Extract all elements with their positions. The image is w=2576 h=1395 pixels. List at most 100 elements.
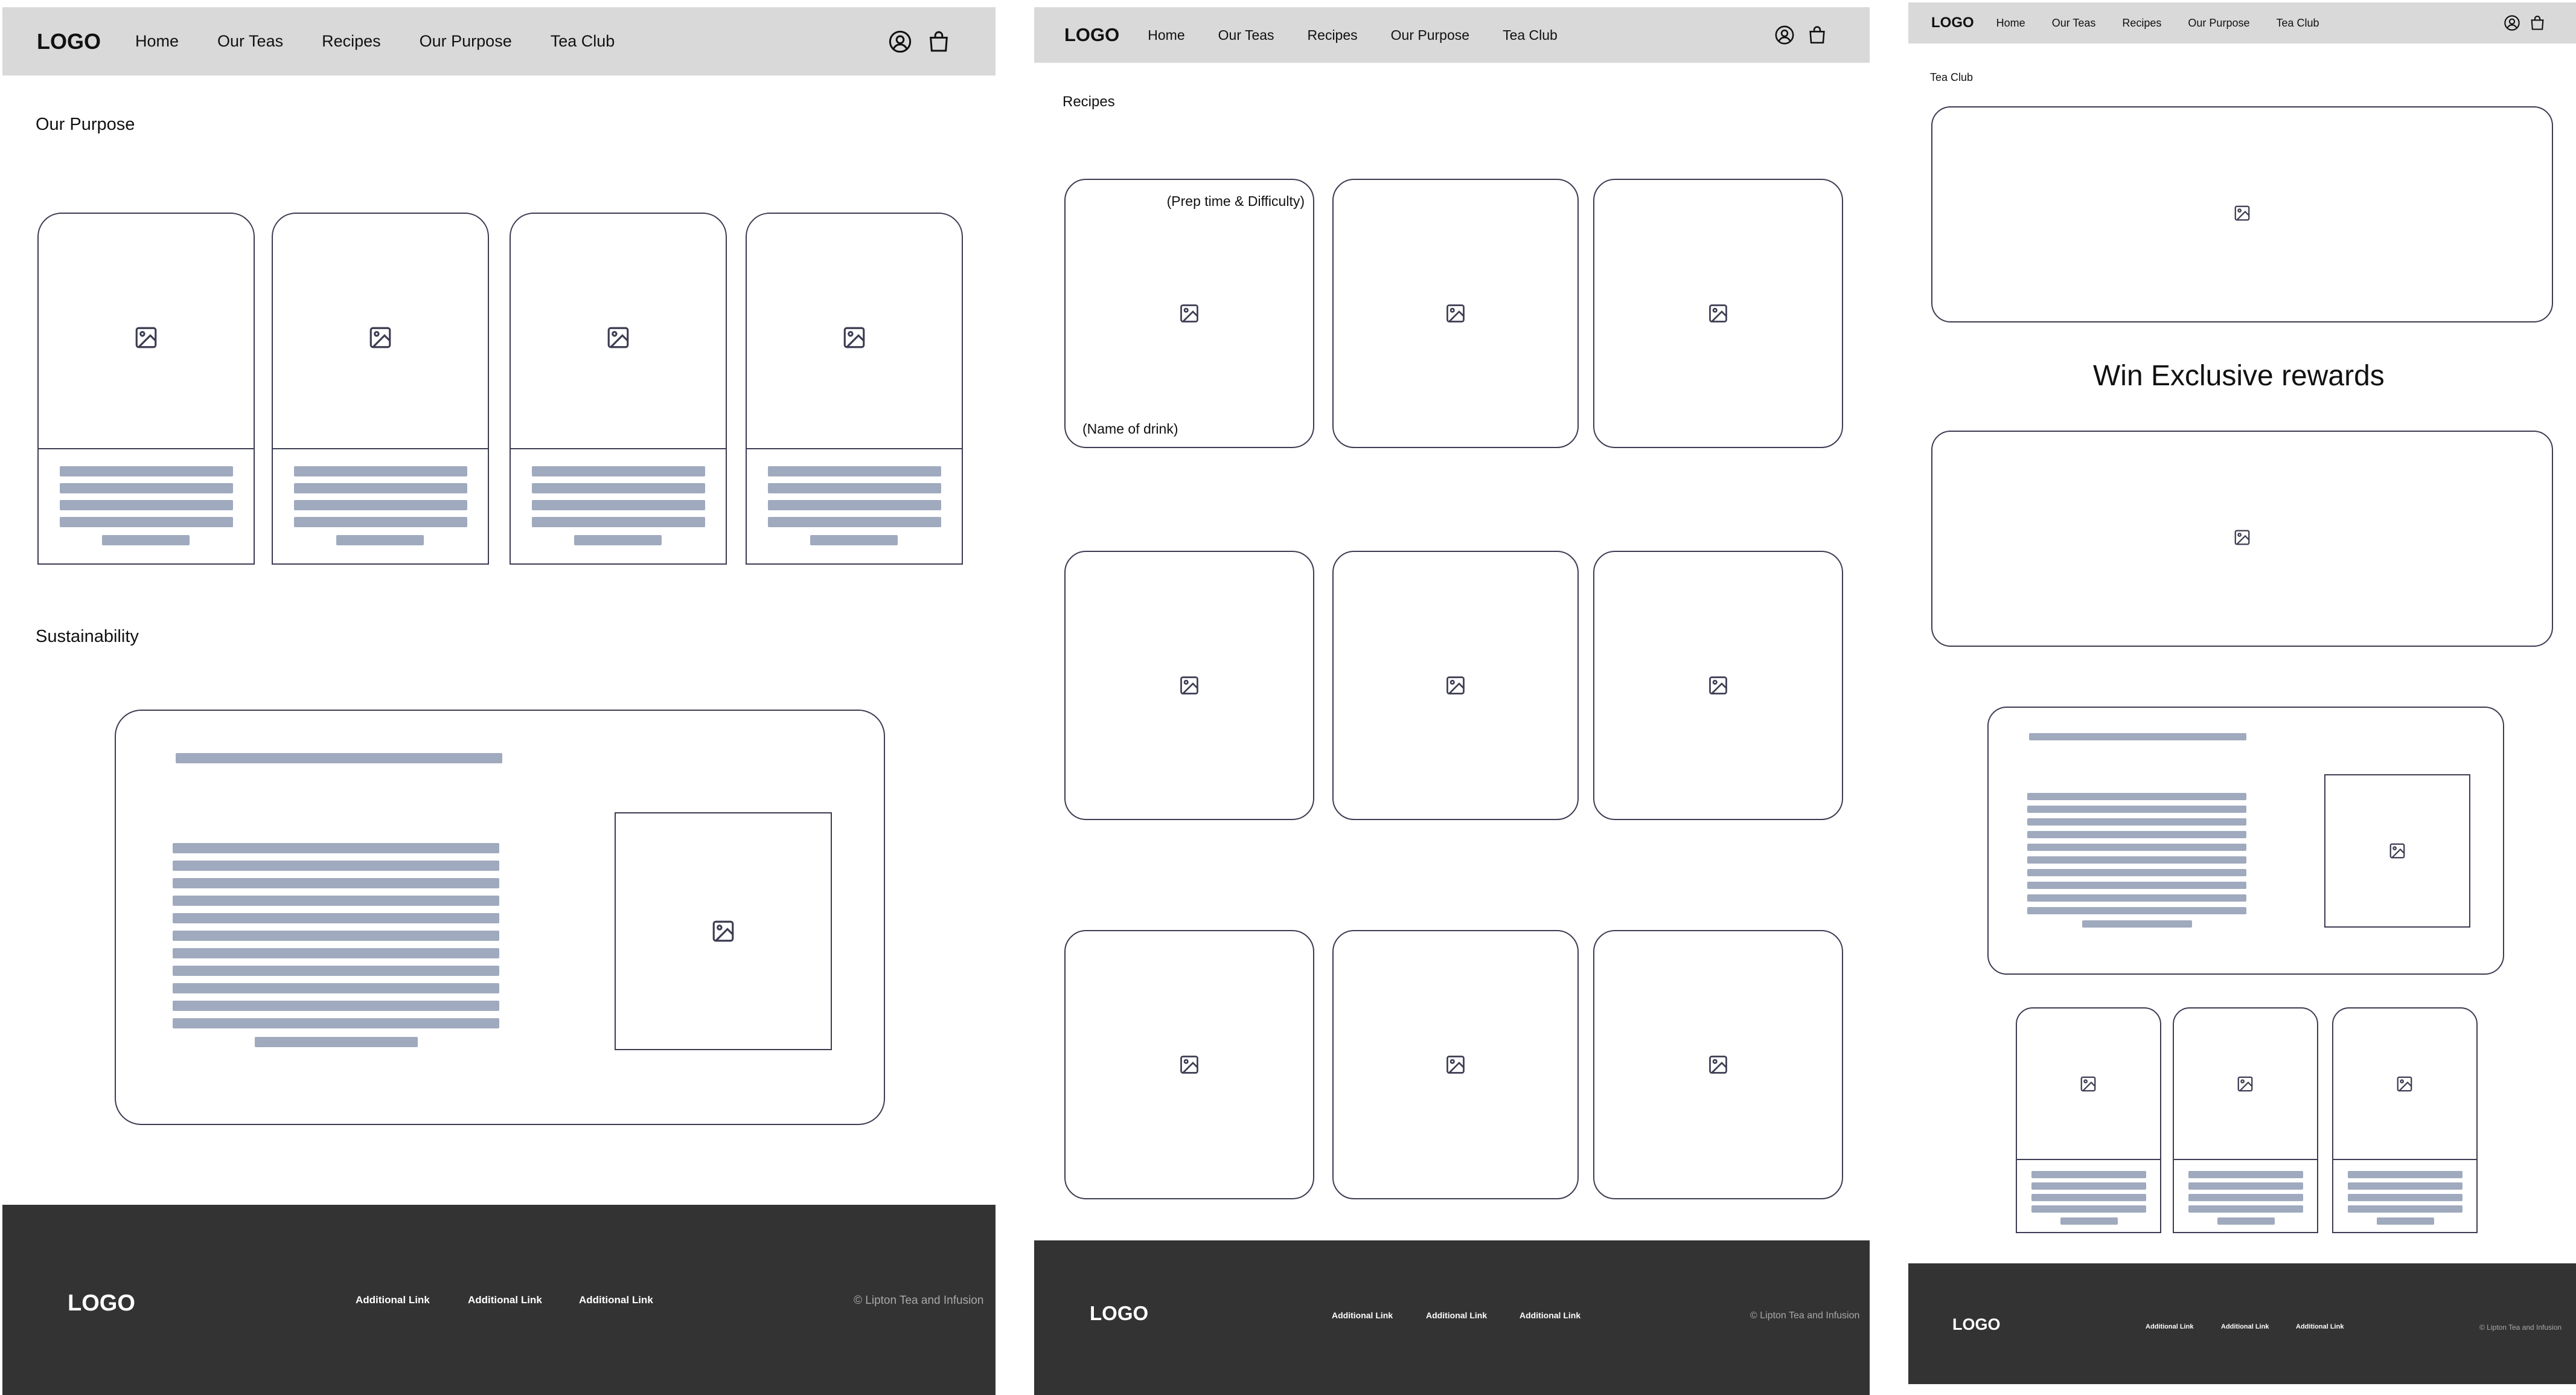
- account-icon[interactable]: [888, 30, 912, 54]
- text-placeholder-line: [2027, 844, 2246, 851]
- text-placeholder-line: [2027, 907, 2246, 914]
- text-placeholder-line: [255, 1037, 418, 1047]
- our-purpose-page: LOGO Home Our Teas Recipes Our Purpose T…: [2, 7, 996, 1395]
- nav-logo[interactable]: LOGO: [1931, 14, 1974, 31]
- text-placeholder-line: [173, 1001, 499, 1011]
- nav-link-recipes[interactable]: Recipes: [322, 32, 381, 51]
- text-placeholder-line: [336, 535, 424, 545]
- hero-banner: [1931, 106, 2553, 322]
- footer-link-3[interactable]: Additional Link: [1520, 1310, 1580, 1320]
- footer-copyright: © Lipton Tea and Infusion: [854, 1294, 984, 1307]
- image-placeholder-box: [2324, 774, 2470, 928]
- nav-link-home[interactable]: Home: [1148, 27, 1184, 43]
- recipe-card[interactable]: [1064, 930, 1314, 1199]
- product-card[interactable]: [2332, 1007, 2478, 1233]
- nav-logo[interactable]: LOGO: [1064, 24, 1119, 46]
- image-placeholder-icon: [712, 920, 734, 942]
- nav-link-our-teas[interactable]: Our Teas: [2052, 17, 2096, 30]
- nav-logo[interactable]: LOGO: [37, 29, 101, 54]
- text-placeholder-line: [768, 466, 941, 476]
- card-divider: [511, 448, 726, 449]
- footer-link-3[interactable]: Additional Link: [579, 1294, 653, 1306]
- image-placeholder-icon: [607, 327, 629, 348]
- image-placeholder-icon: [2237, 1076, 2253, 1092]
- image-placeholder-icon: [1709, 1056, 1727, 1074]
- nav-link-our-teas[interactable]: Our Teas: [217, 32, 283, 51]
- top-navigation: LOGO Home Our Teas Recipes Our Purpose T…: [1908, 2, 2576, 43]
- image-placeholder-icon: [2397, 1076, 2412, 1092]
- text-placeholder-line: [2027, 856, 2246, 864]
- nav-link-home[interactable]: Home: [135, 32, 179, 51]
- text-placeholder-line: [2188, 1182, 2303, 1190]
- top-navigation: LOGO Home Our Teas Recipes Our Purpose T…: [1034, 7, 1870, 63]
- recipe-card[interactable]: [1332, 551, 1579, 820]
- recipe-card[interactable]: (Prep time & Difficulty) (Name of drink): [1064, 179, 1314, 448]
- nav-link-our-purpose[interactable]: Our Purpose: [420, 32, 512, 51]
- text-placeholder-line: [768, 483, 941, 493]
- recipe-card[interactable]: [1064, 551, 1314, 820]
- drink-name-label: (Name of drink): [1082, 421, 1178, 437]
- text-placeholder-line: [2188, 1171, 2303, 1178]
- text-placeholder-line: [173, 1018, 499, 1028]
- product-card[interactable]: [2173, 1007, 2318, 1233]
- nav-link-our-purpose[interactable]: Our Purpose: [1391, 27, 1469, 43]
- nav-links: Home Our Teas Recipes Our Purpose Tea Cl…: [1996, 17, 2319, 30]
- footer-link-1[interactable]: Additional Link: [356, 1294, 430, 1306]
- nav-link-tea-club[interactable]: Tea Club: [1503, 27, 1558, 43]
- recipe-card[interactable]: [1593, 551, 1843, 820]
- nav-link-recipes[interactable]: Recipes: [2122, 17, 2161, 30]
- text-placeholder-line: [173, 861, 499, 871]
- text-placeholder-line: [2348, 1171, 2463, 1178]
- card-divider: [747, 448, 962, 449]
- image-placeholder-icon: [1446, 1056, 1465, 1074]
- shopping-bag-icon[interactable]: [927, 30, 951, 54]
- image-placeholder-icon: [2234, 530, 2250, 545]
- account-icon[interactable]: [2504, 14, 2520, 31]
- footer-link-2[interactable]: Additional Link: [468, 1294, 542, 1306]
- text-placeholder-line: [768, 500, 941, 510]
- recipe-card[interactable]: [1593, 930, 1843, 1199]
- footer-link-1[interactable]: Additional Link: [1332, 1310, 1393, 1320]
- image-placeholder-icon: [2389, 843, 2405, 859]
- text-placeholder-line: [2188, 1194, 2303, 1201]
- footer-link-2[interactable]: Additional Link: [1426, 1310, 1487, 1320]
- card-divider: [2333, 1159, 2476, 1160]
- text-placeholder-line: [2027, 831, 2246, 838]
- recipe-card[interactable]: [1593, 179, 1843, 448]
- heading-placeholder-line: [176, 753, 502, 763]
- purpose-card[interactable]: [37, 213, 255, 565]
- text-placeholder-line: [60, 483, 233, 493]
- footer-link-1[interactable]: Additional Link: [2146, 1323, 2193, 1330]
- account-icon[interactable]: [1774, 25, 1795, 45]
- page-title: Tea Club: [1930, 71, 1974, 83]
- image-placeholder-icon: [135, 327, 157, 348]
- footer-logo[interactable]: LOGO: [1090, 1302, 1148, 1325]
- nav-link-our-teas[interactable]: Our Teas: [1218, 27, 1274, 43]
- footer-logo[interactable]: LOGO: [68, 1291, 135, 1316]
- text-placeholder-line: [2027, 869, 2246, 876]
- nav-link-recipes[interactable]: Recipes: [1308, 27, 1358, 43]
- image-placeholder-icon: [1446, 676, 1465, 694]
- purpose-card[interactable]: [272, 213, 489, 565]
- shopping-bag-icon[interactable]: [2529, 14, 2546, 31]
- text-placeholder-line: [2031, 1171, 2146, 1178]
- nav-link-our-purpose[interactable]: Our Purpose: [2188, 17, 2249, 30]
- text-placeholder-line: [102, 535, 190, 545]
- footer-logo[interactable]: LOGO: [1952, 1315, 2001, 1334]
- card-divider: [2017, 1159, 2160, 1160]
- product-card[interactable]: [2016, 1007, 2161, 1233]
- image-placeholder-icon: [1180, 304, 1198, 322]
- nav-link-tea-club[interactable]: Tea Club: [551, 32, 615, 51]
- footer-link-3[interactable]: Additional Link: [2296, 1323, 2344, 1330]
- recipe-card[interactable]: [1332, 930, 1579, 1199]
- text-placeholder-line: [173, 878, 499, 888]
- footer: LOGO Additional Link Additional Link Add…: [1908, 1263, 2576, 1384]
- purpose-card[interactable]: [510, 213, 727, 565]
- purpose-card[interactable]: [746, 213, 963, 565]
- recipe-card[interactable]: [1332, 179, 1579, 448]
- nav-link-home[interactable]: Home: [1996, 17, 2025, 30]
- text-placeholder-line: [60, 500, 233, 510]
- shopping-bag-icon[interactable]: [1807, 25, 1827, 45]
- nav-link-tea-club[interactable]: Tea Club: [2276, 17, 2319, 30]
- footer-link-2[interactable]: Additional Link: [2221, 1323, 2269, 1330]
